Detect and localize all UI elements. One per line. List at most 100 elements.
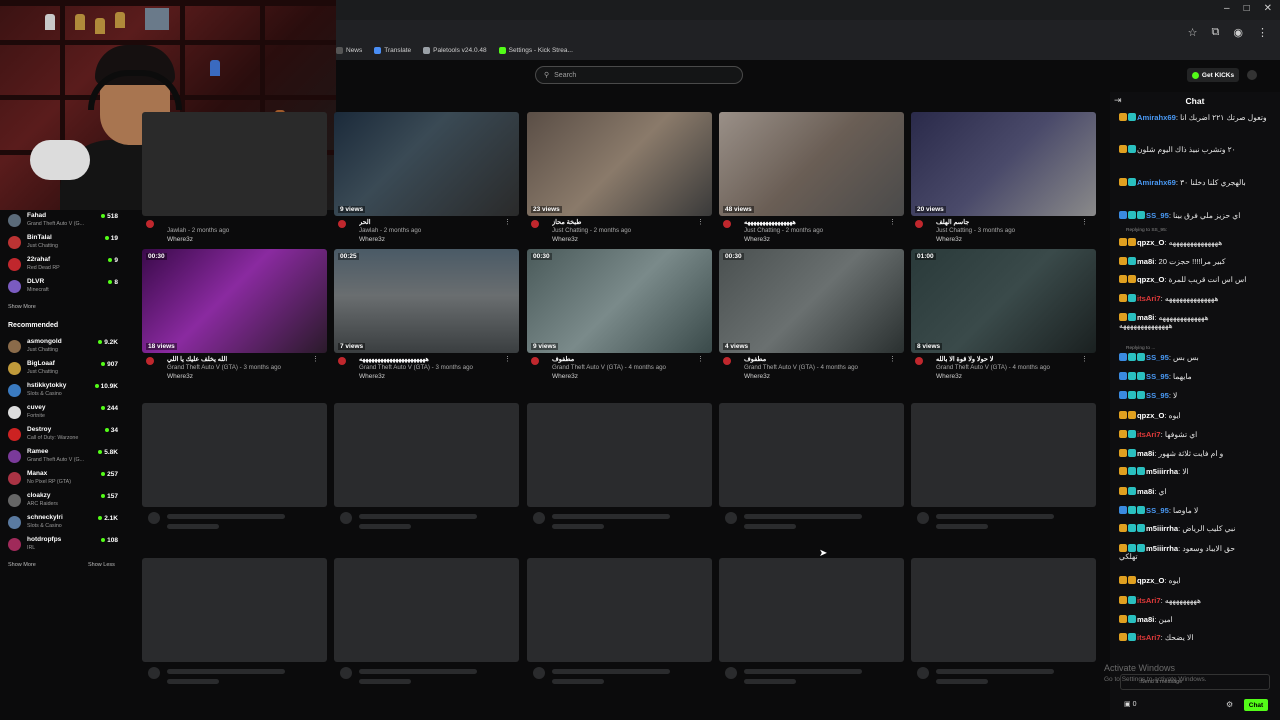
bookmark-item[interactable]: Paletools v24.0.48 bbox=[423, 46, 487, 54]
chat-username[interactable]: itsAri7 bbox=[1137, 294, 1161, 303]
channel-avatar bbox=[531, 357, 539, 365]
chat-username[interactable]: ma8i bbox=[1137, 615, 1154, 624]
more-options-icon[interactable]: ⋮ bbox=[889, 218, 896, 226]
channel-name: hotdropfps bbox=[27, 536, 62, 543]
chat-badge-icon bbox=[1128, 615, 1136, 623]
chat-username[interactable]: itsAri7 bbox=[1137, 596, 1161, 605]
chat-settings-gear-icon[interactable]: ⚙ bbox=[1226, 700, 1233, 709]
chat-text: وتعول صرتك ٢٢١ اضربك انا bbox=[1180, 113, 1267, 122]
chat-username[interactable]: m5iiirrha bbox=[1146, 467, 1178, 476]
chat-text: اي حزيز ملي فرق بينا bbox=[1173, 211, 1241, 220]
chat-badge-icon bbox=[1137, 353, 1145, 361]
loading-line bbox=[167, 679, 219, 684]
sidebar-channel[interactable]: Destroy Call of Duty: Warzone 34 bbox=[8, 426, 120, 446]
video-title: ههههههههههههههههههههههه bbox=[359, 356, 429, 363]
video-title: مطفوف bbox=[744, 356, 767, 363]
chat-username[interactable]: ma8i bbox=[1137, 487, 1154, 496]
bookmark-item[interactable]: News bbox=[336, 46, 362, 54]
show-less-recommended[interactable]: Show Less bbox=[88, 562, 115, 568]
sidebar-channel[interactable]: cloakzy ARC Raiders 157 bbox=[8, 492, 120, 512]
chat-badge-icon bbox=[1119, 467, 1127, 475]
show-more-recommended[interactable]: Show More bbox=[8, 562, 36, 568]
sidebar-channel[interactable]: hotdropfps IRL 108 bbox=[8, 536, 120, 556]
sidebar-channel[interactable]: schneckylri Slots & Casino 2.1K bbox=[8, 514, 120, 534]
chat-username[interactable]: m5iiirrha bbox=[1146, 524, 1178, 533]
extensions-icon[interactable]: ⧉ bbox=[1212, 26, 1220, 39]
live-dot-icon bbox=[101, 538, 106, 543]
bookmark-star-icon[interactable]: ☆ bbox=[1188, 26, 1198, 39]
sidebar-channel[interactable]: hstikkytokky Slots & Casino 10.9K bbox=[8, 382, 120, 402]
channel-avatar bbox=[723, 357, 731, 365]
chat-badge-icon bbox=[1128, 506, 1136, 514]
show-more-following[interactable]: Show More bbox=[8, 304, 36, 310]
search-input[interactable]: ⚲ Search bbox=[535, 66, 743, 84]
viewer-count-value: 19 bbox=[110, 235, 118, 242]
chat-username[interactable]: SS_95 bbox=[1146, 391, 1169, 400]
more-options-icon[interactable]: ⋮ bbox=[504, 218, 511, 226]
menu-icon[interactable]: ⋮ bbox=[1257, 26, 1268, 39]
send-chat-button[interactable]: Chat bbox=[1244, 699, 1268, 711]
chat-username[interactable]: SS_95 bbox=[1146, 506, 1169, 515]
chat-username[interactable]: qpzx_O bbox=[1137, 576, 1164, 585]
viewer-count-value: 518 bbox=[107, 213, 118, 220]
minimize-button[interactable]: – bbox=[1224, 3, 1230, 14]
sidebar-channel[interactable]: BigLoaaf Just Chatting 907 bbox=[8, 360, 120, 380]
chat-username[interactable]: qpzx_O bbox=[1137, 275, 1164, 284]
chat-text: امين bbox=[1158, 615, 1173, 624]
more-options-icon[interactable]: ⋮ bbox=[312, 355, 319, 363]
chat-username[interactable]: ma8i bbox=[1137, 449, 1154, 458]
chat-badge-icon bbox=[1128, 113, 1136, 121]
sidebar-channel[interactable]: DLVR Minecraft 8 bbox=[8, 278, 120, 298]
chat-username[interactable]: ma8i bbox=[1137, 257, 1154, 266]
chat-username[interactable]: qpzx_O bbox=[1137, 238, 1164, 247]
loading-line bbox=[552, 514, 670, 519]
channel-points[interactable]: ▣ 0 bbox=[1124, 700, 1136, 708]
channel-category: Just Chatting bbox=[27, 369, 58, 375]
chat-username[interactable]: SS_95 bbox=[1146, 372, 1169, 381]
more-options-icon[interactable]: ⋮ bbox=[697, 355, 704, 363]
channel-name: 22rahaf bbox=[27, 256, 51, 263]
get-kicks-button[interactable]: Get KICKs bbox=[1187, 68, 1239, 82]
more-options-icon[interactable]: ⋮ bbox=[504, 355, 511, 363]
more-options-icon[interactable]: ⋮ bbox=[889, 355, 896, 363]
bookmark-label: Translate bbox=[384, 46, 412, 54]
video-title: جاسم الهلف bbox=[936, 219, 970, 226]
loading-line bbox=[744, 669, 862, 674]
sidebar-channel[interactable]: asmongold Just Chatting 9.2K bbox=[8, 338, 120, 358]
video-duration: 00:30 bbox=[146, 253, 167, 260]
sidebar-channel[interactable]: cuvey Fortnite 244 bbox=[8, 404, 120, 424]
chat-text: و ام فايت ثلاثة شهور bbox=[1158, 449, 1224, 458]
more-options-icon[interactable]: ⋮ bbox=[697, 218, 704, 226]
profile-icon[interactable]: ◉ bbox=[1233, 26, 1243, 39]
video-thumbnail bbox=[142, 112, 327, 216]
chat-badge-icon bbox=[1128, 391, 1136, 399]
loading-avatar bbox=[725, 667, 737, 679]
sidebar-channel[interactable]: 22rahaf Red Dead RP 9 bbox=[8, 256, 120, 276]
viewer-count: 10.9K bbox=[94, 383, 118, 390]
chat-username[interactable]: qpzx_O bbox=[1137, 411, 1164, 420]
channel-name: cloakzy bbox=[27, 492, 51, 499]
more-options-icon[interactable]: ⋮ bbox=[1081, 355, 1088, 363]
chat-username[interactable]: itsAri7 bbox=[1137, 633, 1161, 642]
chat-message: ٢٠ وتشرب نبيذ ذاك اليوم شلون bbox=[1119, 144, 1269, 155]
chat-badge-icon bbox=[1119, 430, 1127, 438]
chat-username[interactable]: itsAri7 bbox=[1137, 430, 1161, 439]
sidebar-channel[interactable]: Ramee Grand Theft Auto V (G... 5.8K bbox=[8, 448, 120, 468]
viewer-count: 34 bbox=[104, 427, 118, 434]
loading-line bbox=[936, 514, 1054, 519]
chat-username[interactable]: SS_95 bbox=[1146, 353, 1169, 362]
sidebar-channel[interactable]: BinTalal Just Chatting 19 bbox=[8, 234, 120, 254]
sidebar-channel[interactable]: Fahad Grand Theft Auto V (G... 518 bbox=[8, 212, 120, 232]
chat-username[interactable]: Amirahx69 bbox=[1137, 178, 1176, 187]
user-avatar[interactable] bbox=[1247, 70, 1257, 80]
chat-text: الا bbox=[1182, 467, 1189, 476]
bookmark-item[interactable]: Settings - Kick Strea... bbox=[498, 46, 573, 54]
live-dot-icon bbox=[101, 214, 106, 219]
bookmark-item[interactable]: Translate bbox=[374, 46, 412, 54]
close-button[interactable]: ✕ bbox=[1264, 3, 1272, 14]
maximize-button[interactable]: □ bbox=[1244, 3, 1250, 14]
more-options-icon[interactable]: ⋮ bbox=[1081, 218, 1088, 226]
chat-username[interactable]: SS_95 bbox=[1146, 211, 1169, 220]
chat-username[interactable]: Amirahx69 bbox=[1137, 113, 1176, 122]
sidebar-channel[interactable]: Manax No Pixel RP (GTA) 257 bbox=[8, 470, 120, 490]
